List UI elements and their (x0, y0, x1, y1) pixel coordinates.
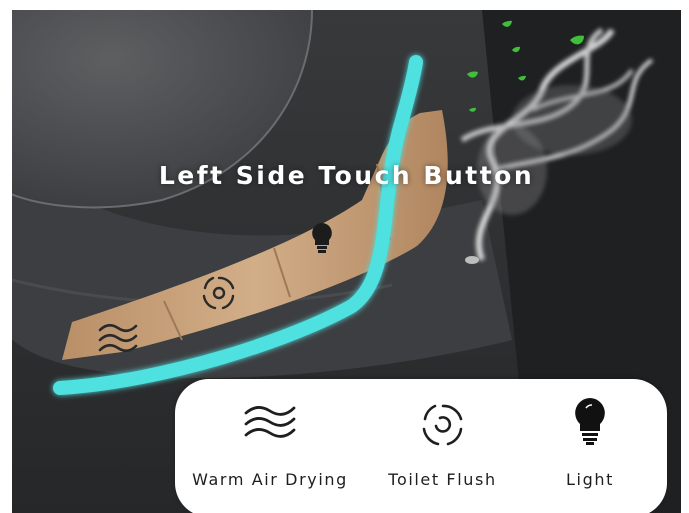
legend-item-warm-air: Warm Air Drying (175, 379, 365, 513)
sensor-dot (465, 256, 479, 264)
legend-label-warm-air: Warm Air Drying (192, 470, 348, 489)
legend-item-toilet-flush: Toilet Flush (360, 379, 525, 513)
light-bulb-icon (575, 398, 605, 445)
button-legend-card: Warm Air Drying Toilet Flush Light (175, 379, 667, 513)
legend-label-light: Light (566, 470, 614, 489)
page-title: Left Side Touch Button (158, 161, 535, 190)
toilet-flush-icon (422, 404, 462, 446)
legend-item-light: Light (525, 379, 655, 513)
legend-label-toilet-flush: Toilet Flush (388, 470, 497, 489)
warm-air-drying-icon (244, 406, 296, 438)
product-image: Left Side Touch Button Warm Air Drying T… (0, 0, 689, 513)
